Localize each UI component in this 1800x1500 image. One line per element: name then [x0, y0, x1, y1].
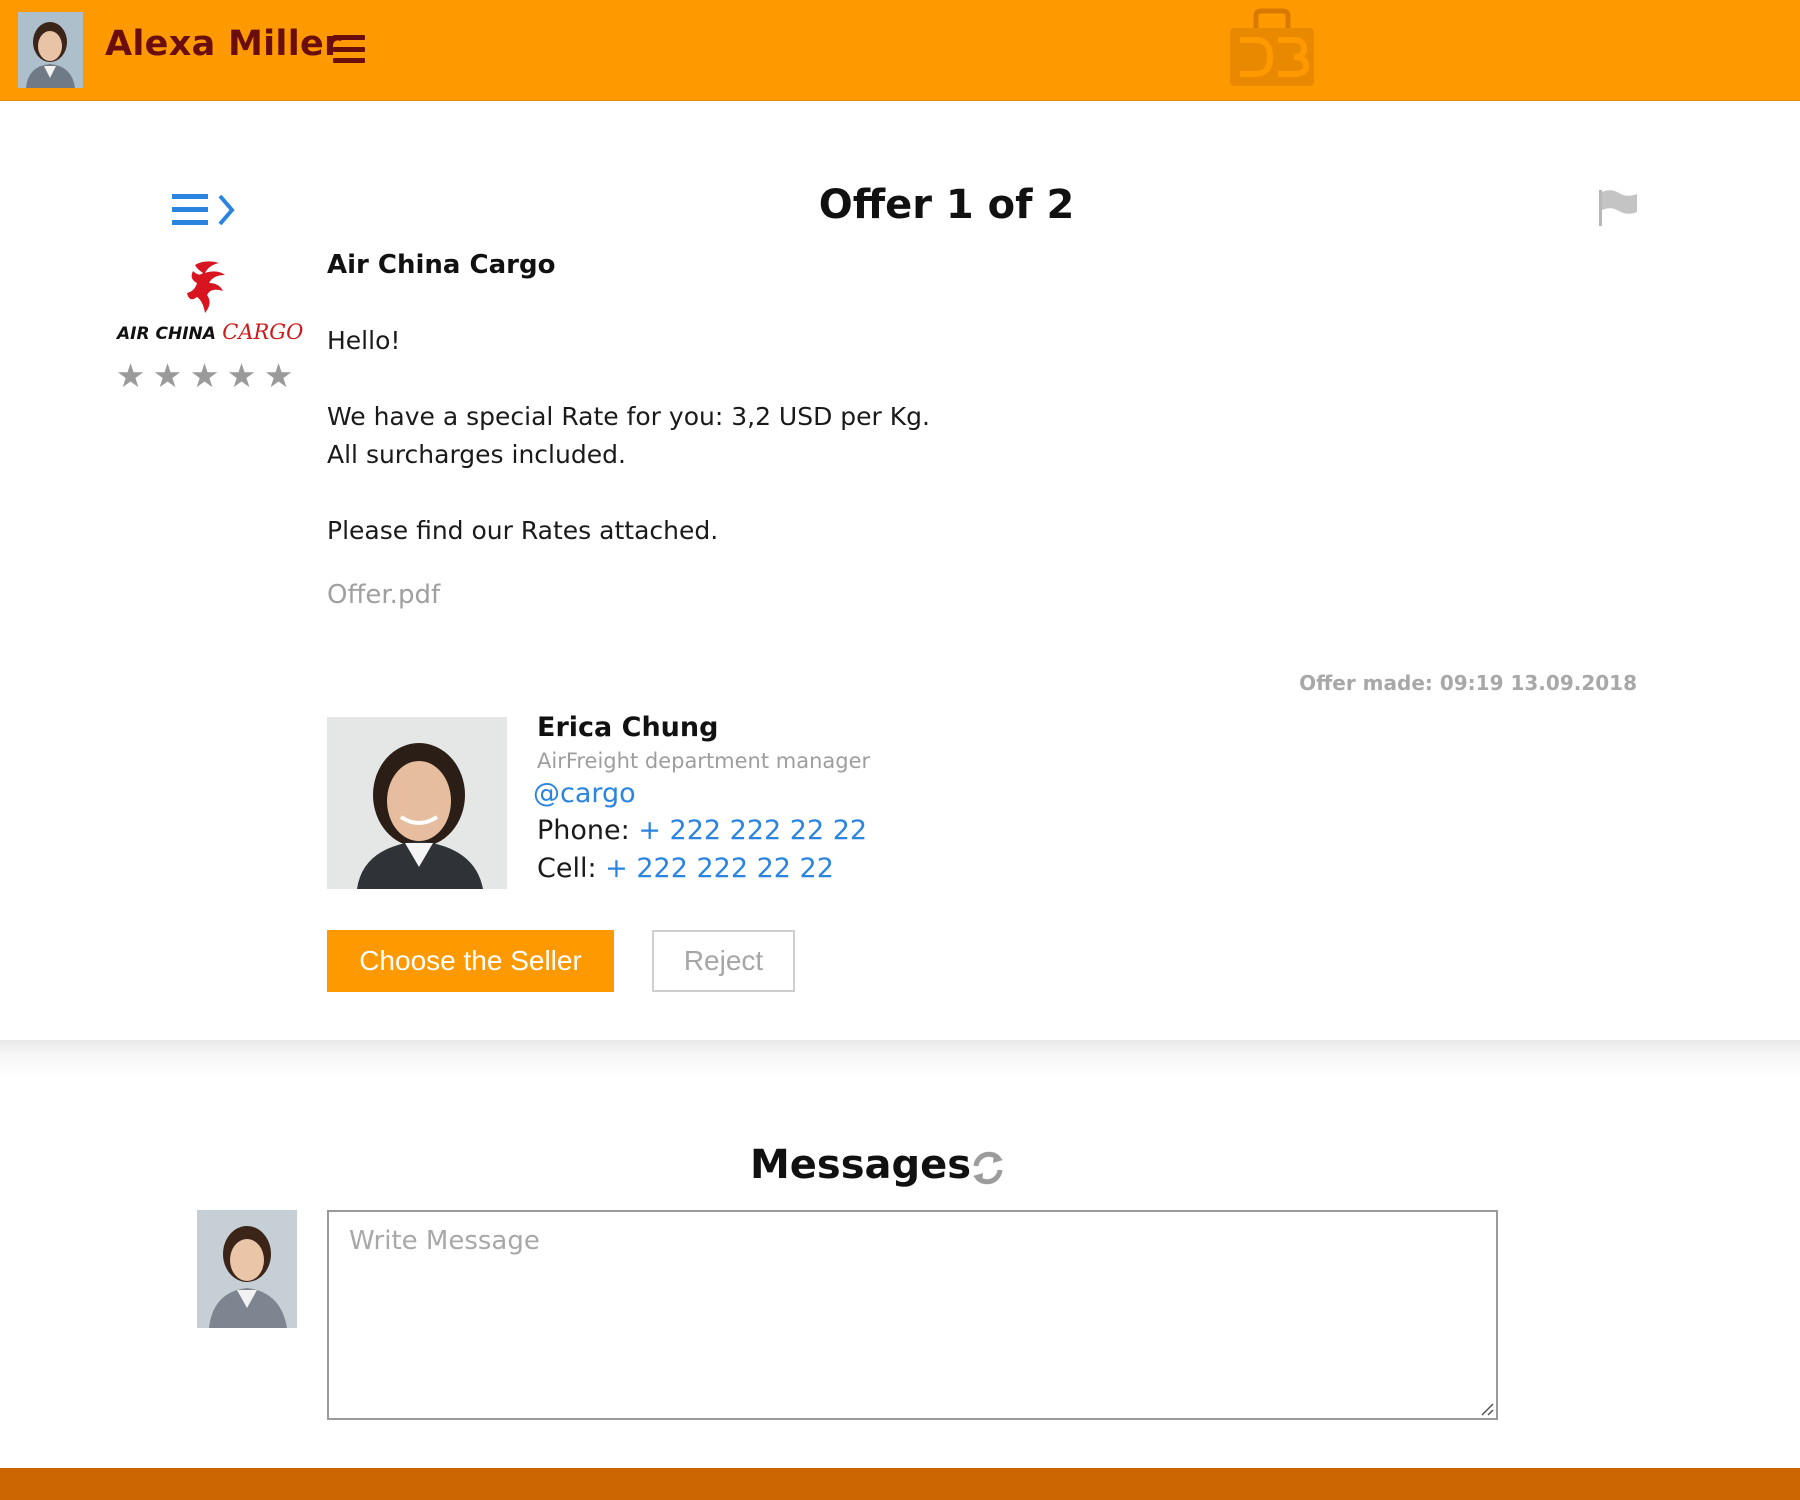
airline-logo-text-primary: AIR CHINA: [117, 324, 216, 344]
offer-panel: [0, 101, 1800, 1040]
offer-surcharges-line: All surcharges included.: [327, 440, 626, 469]
refresh-icon[interactable]: [968, 1148, 1008, 1188]
seller-rating[interactable]: ★ ★ ★ ★ ★: [115, 359, 294, 392]
airline-logo-text: AIR CHINA CARGO: [117, 321, 303, 345]
choose-seller-button[interactable]: Choose the Seller: [327, 930, 614, 992]
star-icon[interactable]: ★: [263, 359, 294, 392]
resize-handle-icon[interactable]: [1478, 1400, 1494, 1416]
messages-title: Messages: [750, 1142, 972, 1188]
hamburger-menu-icon[interactable]: [333, 35, 365, 63]
offer-timestamp: Offer made: 09:19 13.09.2018: [1299, 671, 1637, 695]
phoenix-logo-icon: [187, 261, 225, 313]
offer-greeting: Hello!: [327, 326, 401, 355]
user-avatar-portrait-icon: [18, 12, 83, 88]
contact-name: Erica Chung: [537, 712, 719, 743]
star-icon[interactable]: ★: [189, 359, 220, 392]
message-input[interactable]: [327, 1210, 1498, 1420]
star-icon[interactable]: ★: [152, 359, 183, 392]
flag-icon[interactable]: [1597, 188, 1639, 228]
user-avatar[interactable]: [18, 12, 83, 88]
star-icon[interactable]: ★: [115, 359, 146, 392]
airline-logo: AIR CHINA CARGO: [115, 257, 303, 347]
contact-role: AirFreight department manager: [537, 749, 871, 773]
contact-photo: [327, 717, 507, 889]
top-bar: Alexa Miller: [0, 0, 1800, 101]
offer-attached-line: Please find our Rates attached.: [327, 516, 719, 545]
phone-link[interactable]: + 222 222 22 22: [638, 815, 867, 846]
contact-phone: Phone: + 222 222 22 22: [537, 815, 867, 846]
offer-title: Offer 1 of 2: [818, 182, 1075, 228]
bottom-bar: [0, 1468, 1800, 1500]
cell-label: Cell:: [537, 853, 597, 884]
contact-portrait-icon: [327, 717, 507, 889]
offer-rate-line: We have a special Rate for you: 3,2 USD …: [327, 402, 930, 431]
offer-message: Hello! We have a special Rate for you: 3…: [327, 322, 930, 550]
message-avatar-portrait-icon: [197, 1210, 297, 1328]
star-icon[interactable]: ★: [226, 359, 257, 392]
contact-handle-link[interactable]: @cargo: [533, 778, 636, 809]
airline-logo-text-secondary: CARGO: [222, 320, 304, 344]
message-author-avatar: [197, 1210, 297, 1328]
section-divider: [0, 1040, 1800, 1080]
user-name[interactable]: Alexa Miller: [105, 24, 342, 64]
phone-label: Phone:: [537, 815, 630, 846]
contact-cell: Cell: + 222 222 22 22: [537, 853, 834, 884]
reject-button[interactable]: Reject: [652, 930, 795, 992]
shopping-bag-db-logo-icon[interactable]: [1228, 8, 1316, 88]
seller-company: Air China Cargo: [327, 250, 556, 280]
cell-link[interactable]: + 222 222 22 22: [605, 853, 834, 884]
attachment-link[interactable]: Offer.pdf: [327, 580, 440, 610]
